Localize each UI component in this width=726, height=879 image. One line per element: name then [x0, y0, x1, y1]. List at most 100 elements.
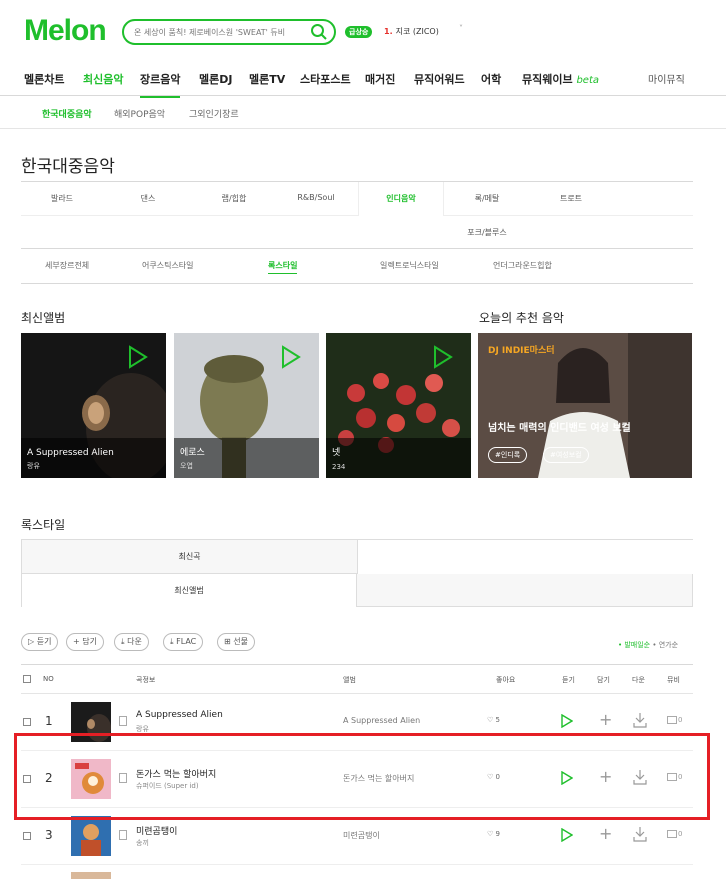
subgenre-electronic[interactable]: 일렉트로닉스타일 — [380, 260, 439, 271]
tab-latest-albums[interactable]: 최신앨범 — [22, 574, 357, 607]
search-input[interactable] — [134, 24, 304, 40]
like-button[interactable]: ♡ 5 — [487, 716, 500, 724]
play-icon[interactable] — [561, 714, 573, 728]
listen-button[interactable]: ▷ 듣기 — [21, 633, 59, 651]
recommend-tag[interactable]: #인디록 — [488, 447, 528, 463]
sort-release[interactable]: • 발매일순 — [618, 641, 650, 649]
genre-tab-folk[interactable]: 포크/블루스 — [444, 227, 530, 238]
genre-tab-indie[interactable]: 인디음악 — [358, 193, 444, 204]
album-artist[interactable]: 랑유 — [27, 461, 40, 471]
sort-popularity[interactable]: • 연가순 — [652, 641, 678, 649]
song-info-icon[interactable] — [119, 716, 127, 726]
nav-latest-music[interactable]: 최신음악 — [83, 71, 123, 87]
row-checkbox[interactable] — [23, 832, 31, 840]
add-icon[interactable]: + — [599, 712, 612, 728]
rising-badge: 급상승 — [345, 26, 373, 38]
subnav-pop[interactable]: 해외POP음악 — [114, 107, 165, 120]
nav-melon-dj[interactable]: 멜론DJ — [199, 71, 232, 87]
album-caption — [174, 438, 319, 478]
song-title[interactable]: 미련곰탱이 — [136, 824, 177, 837]
row-checkbox[interactable] — [23, 718, 31, 726]
nav-genre-music[interactable]: 장르음악 — [140, 71, 181, 98]
recommend-card[interactable]: DJ INDIE마스터 넘치는 매력의 인디밴드 여성 보컬 #인디록 #여성보컬 — [478, 333, 692, 478]
col-likes: 좋아요 — [496, 676, 516, 684]
play-icon[interactable] — [281, 345, 301, 369]
recommend-tag[interactable]: #여성보컬 — [543, 447, 589, 463]
recommend-title: 오늘의 추천 음악 — [479, 311, 564, 325]
genre-tab-hiphop[interactable]: 랩/힙합 — [191, 193, 277, 204]
col-listen: 듣기 — [562, 676, 575, 684]
album-card[interactable]: A Suppressed Alien 랑유 — [21, 333, 166, 478]
rank-number: 1. — [384, 27, 393, 36]
nav-melon-tv[interactable]: 멜론TV — [249, 71, 285, 87]
album-card[interactable]: 넷 234 — [326, 333, 471, 478]
add-button[interactable]: + 담기 — [66, 633, 104, 651]
album-thumbnail[interactable] — [71, 816, 111, 856]
genre-tab-rnb[interactable]: R&B/Soul — [273, 193, 359, 202]
nav-starpost[interactable]: 스타포스트 — [300, 71, 351, 87]
recommend-dj: DJ INDIE마스터 — [488, 343, 558, 356]
melon-logo[interactable]: Melon — [24, 14, 107, 48]
genre-tab-ballad[interactable]: 발라드 — [19, 193, 105, 204]
search-icon[interactable] — [310, 23, 328, 41]
nav-music-wave[interactable]: 뮤직웨이브 beta — [522, 71, 599, 87]
album-card[interactable]: 에로스 오엽 — [174, 333, 319, 478]
play-icon[interactable] — [128, 345, 148, 369]
nav-chart[interactable]: 멜론차트 — [24, 71, 64, 87]
nav-my-music[interactable]: 마이뮤직 — [648, 71, 685, 86]
download-button[interactable]: ⤓ 다운 — [114, 633, 149, 651]
nav-music-wave-label: 뮤직웨이브 — [522, 73, 573, 86]
subgenre-tabs: 세부장르전체 어쿠스틱스타일 록스타일 일렉트로닉스타일 언더그라운드힙합 — [21, 250, 693, 284]
col-download: 다운 — [632, 676, 645, 684]
nav-magazine[interactable]: 매거진 — [365, 71, 395, 87]
realtime-rank[interactable]: 1. 지코 (ZICO) — [384, 26, 439, 37]
add-icon[interactable]: + — [599, 826, 612, 842]
search-box[interactable] — [122, 19, 336, 45]
album-artist[interactable]: 234 — [332, 463, 345, 471]
like-count: 9 — [495, 830, 500, 838]
subgenre-acoustic[interactable]: 어쿠스틱스타일 — [142, 260, 194, 271]
like-button[interactable]: ♡ 9 — [487, 830, 500, 838]
nav-language[interactable]: 어학 — [481, 71, 501, 87]
page-title: 한국대중음악 — [21, 157, 115, 177]
rank-artist: 지코 (ZICO) — [395, 27, 439, 36]
nav-music-award[interactable]: 뮤직어워드 — [414, 71, 465, 87]
song-album[interactable]: 미련곰탱이 — [343, 830, 380, 841]
col-mv: 뮤비 — [667, 676, 680, 684]
play-icon[interactable] — [433, 345, 453, 369]
subnav-other[interactable]: 그외인기장르 — [189, 107, 239, 120]
subgenre-rock[interactable]: 록스타일 — [268, 260, 298, 274]
mv-button[interactable]: 0 — [667, 830, 682, 838]
album-artist[interactable]: 오엽 — [180, 461, 193, 471]
play-icon[interactable] — [561, 828, 573, 842]
chevron-down-icon[interactable]: ˅ — [459, 24, 463, 33]
flac-button[interactable]: ⤓ FLAC — [163, 633, 204, 651]
album-title[interactable]: 넷 — [332, 445, 340, 458]
album-title[interactable]: 에로스 — [180, 445, 205, 458]
download-icon[interactable] — [633, 826, 647, 842]
table-header: NO 곡정보 앨범 좋아요 듣기 담기 다운 뮤비 — [21, 664, 693, 694]
song-artist[interactable]: 송끼 — [136, 838, 149, 848]
album-title[interactable]: A Suppressed Alien — [27, 448, 114, 458]
subgenre-underground[interactable]: 언더그라운드힙합 — [493, 260, 552, 271]
listen-label: 듣기 — [36, 637, 52, 646]
dj-name: INDIE마스터 — [501, 346, 555, 356]
subgenre-all[interactable]: 세부장르전체 — [45, 260, 89, 271]
mv-button[interactable]: 0 — [667, 716, 682, 724]
col-no: NO — [43, 675, 54, 683]
tab-latest-songs[interactable]: 최신곡 — [22, 540, 357, 574]
highlight-box — [14, 733, 710, 820]
song-info-icon[interactable] — [119, 830, 127, 840]
style-section-title: 록스타일 — [21, 518, 66, 532]
select-all-checkbox[interactable] — [23, 675, 31, 683]
subnav-korean[interactable]: 한국대중음악 — [42, 107, 92, 120]
song-album[interactable]: A Suppressed Alien — [343, 716, 420, 725]
gift-button[interactable]: ⊞ 선물 — [217, 633, 255, 651]
genre-tab-rock[interactable]: 록/메탈 — [444, 193, 530, 204]
download-icon[interactable] — [633, 712, 647, 728]
recommend-playlist-title[interactable]: 넘치는 매력의 인디밴드 여성 보컬 — [488, 419, 631, 434]
song-title[interactable]: A Suppressed Alien — [136, 710, 223, 720]
genre-tab-dance[interactable]: 댄스 — [105, 193, 191, 204]
album-thumbnail[interactable] — [71, 872, 111, 879]
genre-tab-trot[interactable]: 트로트 — [528, 193, 614, 204]
